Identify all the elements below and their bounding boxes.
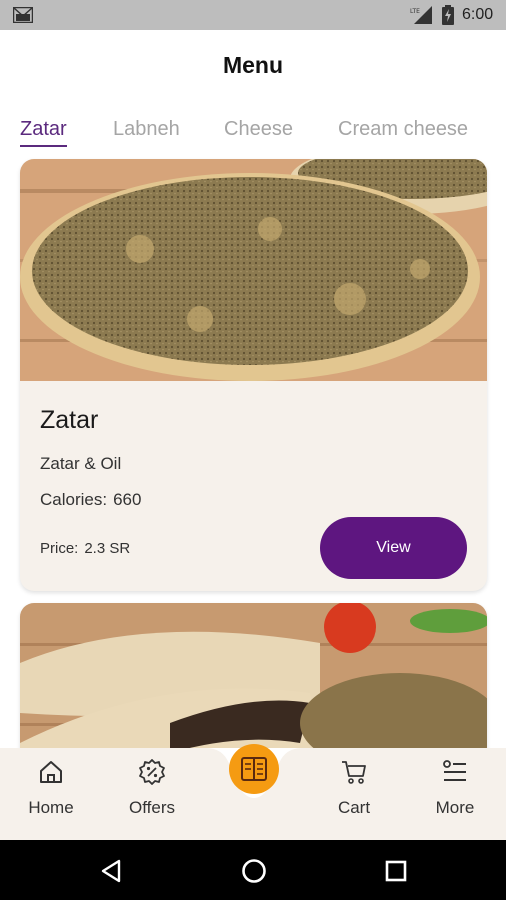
nav-cart-label: Cart — [337, 798, 371, 817]
tab-labneh[interactable]: Labneh — [113, 118, 180, 141]
tab-cream-cheese[interactable]: Cream cheese — [338, 118, 468, 141]
cart-icon — [342, 761, 366, 784]
nav-cart[interactable]: Cart — [309, 748, 399, 840]
item-name: Zatar — [40, 406, 99, 434]
list-icon — [443, 760, 466, 781]
menu-book-icon — [241, 757, 267, 781]
pastry-image — [20, 603, 487, 763]
menu-fab-button[interactable] — [229, 744, 279, 794]
battery-icon — [442, 5, 454, 25]
discount-icon — [139, 759, 165, 785]
home-icon — [40, 761, 62, 783]
svg-text:LTE: LTE — [410, 8, 420, 15]
back-icon[interactable] — [99, 859, 123, 883]
circle-home-icon[interactable] — [241, 858, 267, 884]
page-title: Menu — [222, 52, 284, 78]
price-label: Price: — [40, 540, 79, 557]
view-button[interactable]: View — [320, 517, 467, 579]
nav-home[interactable]: Home — [6, 748, 96, 840]
gmail-icon — [13, 7, 33, 23]
cell-signal-icon: LTE — [410, 6, 432, 24]
item-description: Zatar & Oil — [40, 454, 122, 473]
calories-label: Calories: — [40, 490, 108, 509]
nav-home-label: Home — [28, 798, 74, 817]
system-navigation-bar — [0, 840, 506, 900]
nav-offers[interactable]: Offers — [107, 748, 197, 840]
recents-icon[interactable] — [385, 860, 407, 882]
price-value: 2.3 SR — [84, 540, 131, 557]
calories-value: 660 — [113, 490, 142, 509]
nav-more-label: More — [435, 798, 475, 817]
zatar-bread-image — [20, 159, 487, 381]
nav-offers-label: Offers — [129, 798, 175, 817]
tab-cheese[interactable]: Cheese — [224, 118, 293, 141]
status-time: 6:00 — [462, 6, 494, 23]
menu-item-card[interactable]: Zatar Zatar & Oil Calories: 660 Price: 2.3… — [20, 159, 487, 591]
item-price: Price: 2.3 SR — [40, 540, 130, 557]
nav-more[interactable]: More — [410, 748, 500, 840]
tab-zatar[interactable]: Zatar — [20, 118, 67, 147]
menu-item-card[interactable] — [20, 603, 487, 763]
status-bar: LTE 6:00 — [0, 0, 506, 30]
item-calories: Calories: 660 — [40, 490, 141, 510]
category-tabs: Zatar Labneh Cheese Cream cheese — [0, 118, 506, 150]
